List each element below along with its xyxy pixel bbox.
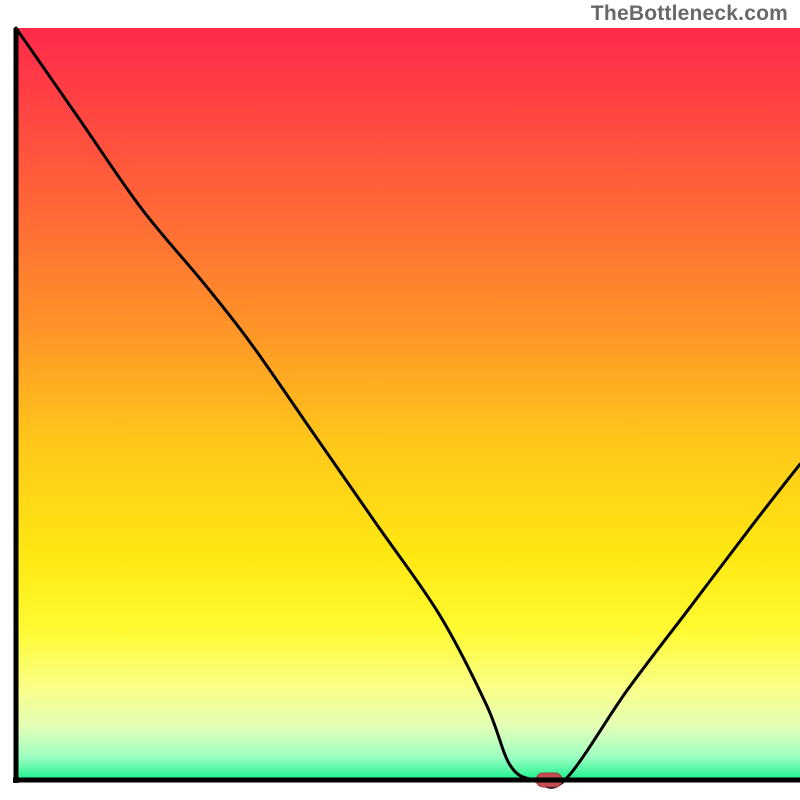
- chart-plot-area: [16, 28, 800, 780]
- bottleneck-chart: [0, 0, 800, 800]
- watermark-text: TheBottleneck.com: [591, 2, 788, 26]
